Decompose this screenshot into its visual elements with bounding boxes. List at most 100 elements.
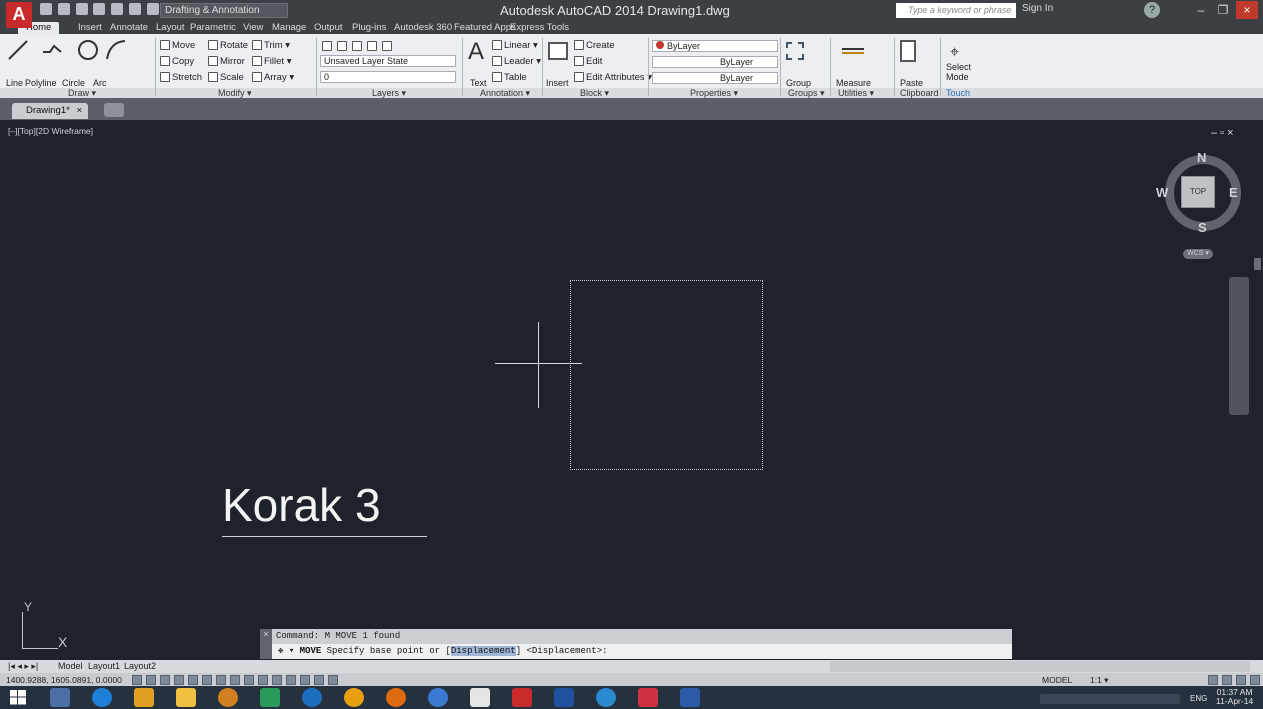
- tab-insert[interactable]: Insert: [78, 22, 102, 34]
- group-button[interactable]: Group: [786, 78, 811, 88]
- compass-north[interactable]: N: [1197, 150, 1206, 165]
- line-icon[interactable]: [6, 38, 30, 62]
- compass-east[interactable]: E: [1229, 185, 1238, 200]
- text-button[interactable]: Text: [470, 78, 487, 88]
- copy-button[interactable]: Copy: [160, 56, 194, 67]
- tab-layout[interactable]: Layout: [156, 22, 185, 34]
- linear-button[interactable]: Linear ▾: [492, 40, 538, 51]
- help-icon[interactable]: ?: [1144, 2, 1160, 18]
- infer-constraints-icon[interactable]: [132, 675, 142, 685]
- touch-panel-title[interactable]: Touch: [946, 88, 970, 98]
- draw-panel-title[interactable]: Draw ▾: [68, 88, 96, 98]
- object-snap-icon[interactable]: [202, 675, 212, 685]
- linetype-dropdown[interactable]: ByLayer: [652, 56, 778, 68]
- viewport-window-controls[interactable]: – ▫ ×: [1211, 127, 1234, 139]
- paste-button[interactable]: Paste: [900, 78, 923, 88]
- autocad-secondary-icon[interactable]: [554, 688, 574, 707]
- word-icon[interactable]: [680, 688, 700, 707]
- insert-button[interactable]: Insert: [546, 78, 569, 88]
- workspace-dropdown[interactable]: Drafting & Annotation: [160, 3, 288, 18]
- system-tray-icons[interactable]: [1040, 694, 1180, 704]
- snap-mode-icon[interactable]: [146, 675, 156, 685]
- modify-panel-title[interactable]: Modify ▾: [218, 88, 252, 98]
- layer-lock-icon[interactable]: [382, 41, 393, 52]
- autocad-icon[interactable]: [512, 688, 532, 707]
- tab-layout2[interactable]: Layout2: [124, 661, 156, 671]
- measure-icon[interactable]: [842, 48, 864, 54]
- ortho-mode-icon[interactable]: [174, 675, 184, 685]
- circle-icon[interactable]: [76, 38, 100, 62]
- polar-tracking-icon[interactable]: [188, 675, 198, 685]
- horizontal-scrollbar[interactable]: [830, 661, 1250, 672]
- coordinate-readout[interactable]: 1400.9288, 1605.0891, 0.0000: [6, 675, 122, 685]
- insert-block-icon[interactable]: [548, 42, 568, 60]
- restore-icon[interactable]: ❐: [1212, 1, 1234, 19]
- tab-parametric[interactable]: Parametric: [190, 22, 236, 34]
- dynamic-ucs-icon[interactable]: [244, 675, 254, 685]
- properties-panel-title[interactable]: Properties ▾: [690, 88, 738, 98]
- media-app-icon[interactable]: [134, 688, 154, 707]
- new-file-icon[interactable]: [40, 3, 52, 15]
- arc-button[interactable]: Arc: [93, 78, 107, 88]
- firefox-icon[interactable]: [386, 688, 406, 707]
- workspace-switching-icon[interactable]: [1208, 675, 1218, 685]
- 3d-object-snap-icon[interactable]: [216, 675, 226, 685]
- fillet-button[interactable]: Fillet ▾: [252, 56, 291, 67]
- color-dropdown[interactable]: ByLayer: [652, 40, 778, 52]
- model-space-button[interactable]: MODEL: [1042, 675, 1072, 685]
- quick-properties-icon[interactable]: [300, 675, 310, 685]
- chrome-icon[interactable]: [344, 688, 364, 707]
- navigation-bar[interactable]: [1229, 277, 1249, 415]
- clipboard-panel-title[interactable]: Clipboard: [900, 88, 939, 98]
- displacement-option[interactable]: Displacement: [450, 646, 516, 656]
- tab-autodesk-360[interactable]: Autodesk 360: [394, 22, 452, 34]
- layer-freeze-icon[interactable]: [367, 41, 378, 52]
- search-input[interactable]: Type a keyword or phrase: [896, 3, 1016, 18]
- file-explorer-icon[interactable]: [176, 688, 196, 707]
- game-app-icon[interactable]: [470, 688, 490, 707]
- screen-recorder-icon[interactable]: [638, 688, 658, 707]
- polyline-icon[interactable]: [40, 38, 64, 62]
- plot-icon[interactable]: [111, 3, 124, 15]
- isolate-objects-icon[interactable]: [1236, 675, 1246, 685]
- layer-properties-icon[interactable]: [322, 41, 332, 52]
- google-earth-icon[interactable]: [428, 688, 448, 707]
- layout-nav-arrows[interactable]: |◂ ◂ ▸ ▸|: [8, 661, 38, 672]
- paste-icon[interactable]: [900, 40, 916, 62]
- leader-button[interactable]: Leader ▾: [492, 56, 541, 67]
- clean-screen-icon[interactable]: [1250, 675, 1260, 685]
- layer-state-dropdown[interactable]: Unsaved Layer State: [320, 55, 456, 67]
- layer-isolate-icon[interactable]: [352, 41, 363, 52]
- mirror-button[interactable]: Mirror: [208, 56, 245, 67]
- application-menu-button[interactable]: A: [6, 2, 32, 28]
- command-input[interactable]: ✥ ▾ MOVE Specify base point or [Displace…: [272, 644, 1012, 659]
- command-line-grip[interactable]: ×: [260, 629, 272, 659]
- create-block-button[interactable]: Create: [574, 40, 615, 51]
- viewport-controls-label[interactable]: [–][Top][2D Wireframe]: [8, 126, 93, 136]
- object-snap-tracking-icon[interactable]: [230, 675, 240, 685]
- media-center-icon[interactable]: [596, 688, 616, 707]
- compass-south[interactable]: S: [1198, 220, 1207, 235]
- wcs-menu[interactable]: WCS ▾: [1183, 249, 1213, 259]
- group-icon[interactable]: [786, 42, 804, 60]
- arc-icon[interactable]: [104, 38, 128, 62]
- redo-icon[interactable]: [146, 3, 159, 15]
- close-tab-icon[interactable]: ×: [76, 103, 82, 119]
- edit-block-button[interactable]: Edit: [574, 56, 602, 67]
- hp-icon[interactable]: [302, 688, 322, 707]
- tab-view[interactable]: View: [243, 22, 263, 34]
- save-as-icon[interactable]: [93, 3, 106, 15]
- open-file-icon[interactable]: [57, 3, 70, 15]
- stretch-button[interactable]: Stretch: [160, 72, 202, 83]
- polyline-button[interactable]: Polyline: [25, 78, 57, 88]
- lineweight-icon[interactable]: [272, 675, 282, 685]
- text-icon[interactable]: A: [468, 38, 484, 66]
- viewcube-top-face[interactable]: TOP: [1181, 176, 1215, 208]
- grid-display-icon[interactable]: [160, 675, 170, 685]
- desktop-app-icon[interactable]: [50, 688, 70, 707]
- selected-rectangle[interactable]: [570, 280, 763, 470]
- circle-button[interactable]: Circle: [62, 78, 85, 88]
- select-mode-button[interactable]: Select Mode: [946, 62, 971, 82]
- close-icon[interactable]: ×: [1236, 1, 1258, 19]
- compass-west[interactable]: W: [1156, 185, 1168, 200]
